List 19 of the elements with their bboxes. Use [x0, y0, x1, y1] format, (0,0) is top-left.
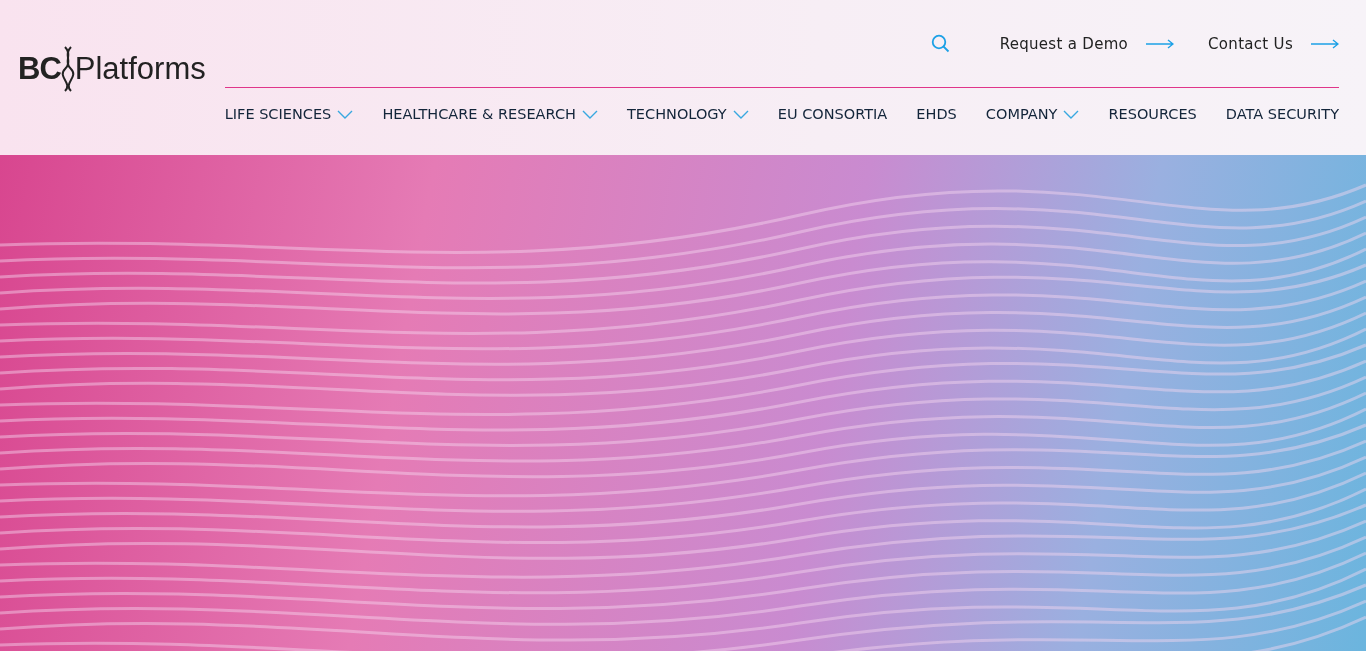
search-icon[interactable] — [930, 34, 950, 53]
nav-item[interactable]: COMPANY — [985, 106, 1080, 122]
nav-item[interactable]: DATA SECURITY — [1225, 106, 1339, 122]
arrow-right-icon — [1311, 38, 1339, 49]
nav-item[interactable]: LIFE SCIENCES — [224, 106, 354, 122]
chevron-down-icon — [732, 109, 749, 119]
logo[interactable]: BC Platforms — [18, 44, 206, 93]
dna-helix-icon — [60, 44, 75, 93]
nav-item[interactable]: EU CONSORTIA — [777, 106, 888, 122]
header-link[interactable]: Contact Us — [1208, 34, 1339, 53]
nav-item[interactable]: EHDS — [916, 106, 957, 122]
chevron-down-icon — [337, 109, 354, 119]
header-link[interactable]: Request a Demo — [999, 34, 1175, 53]
nav-item[interactable]: RESOURCES — [1108, 106, 1197, 122]
nav-item[interactable]: TECHNOLOGY — [627, 106, 749, 122]
chevron-down-icon — [1063, 109, 1080, 119]
arrow-right-icon — [1146, 38, 1175, 49]
chevron-down-icon — [581, 109, 598, 119]
nav-item[interactable]: HEALTHCARE & RESEARCH — [382, 106, 598, 122]
